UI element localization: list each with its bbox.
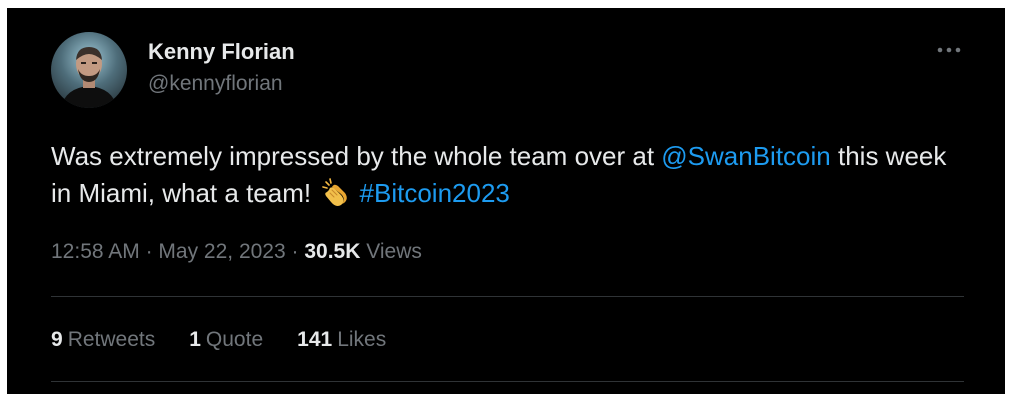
author-name[interactable]: Kenny Florian <box>148 39 295 65</box>
tweet-stats: 9 Retweets 1 Quote 141 Likes <box>51 328 386 352</box>
views-count: 30.5K <box>304 240 361 263</box>
hashtag-link[interactable]: #Bitcoin2023 <box>360 178 510 208</box>
mention-link[interactable]: @SwanBitcoin <box>661 141 830 171</box>
tweet-date[interactable]: May 22, 2023 <box>158 240 285 263</box>
more-icon <box>937 47 961 53</box>
more-options-button[interactable] <box>932 38 966 62</box>
avatar-portrait-icon <box>61 47 117 108</box>
tweet-card: Kenny Florian @kennyflorian Was extremel… <box>7 8 1005 394</box>
clapping-hands-icon <box>320 176 350 208</box>
likes-label: Likes <box>337 328 387 351</box>
retweets-label: Retweets <box>67 328 156 351</box>
meta-separator: · <box>285 240 305 263</box>
divider <box>51 381 964 382</box>
retweets-stat[interactable]: 9 Retweets <box>51 328 155 352</box>
tweet-text: Was extremely impressed by the whole tea… <box>51 138 971 212</box>
avatar[interactable] <box>51 32 127 108</box>
quotes-label: Quote <box>205 328 264 351</box>
likes-stat[interactable]: 141 Likes <box>297 328 386 352</box>
meta-separator: · <box>139 240 159 263</box>
tweet-meta: 12:58 AM · May 22, 2023 · 30.5K Views <box>51 240 422 264</box>
views-label: Views <box>360 240 422 263</box>
likes-count: 141 <box>297 328 333 351</box>
quotes-count: 1 <box>189 328 201 351</box>
retweets-count: 9 <box>51 328 63 351</box>
tweet-text-part: Was extremely impressed by the whole tea… <box>51 141 662 171</box>
quotes-stat[interactable]: 1 Quote <box>189 328 263 352</box>
divider <box>51 296 964 297</box>
author-handle[interactable]: @kennyflorian <box>148 72 283 96</box>
tweet-time[interactable]: 12:58 AM <box>51 240 140 263</box>
